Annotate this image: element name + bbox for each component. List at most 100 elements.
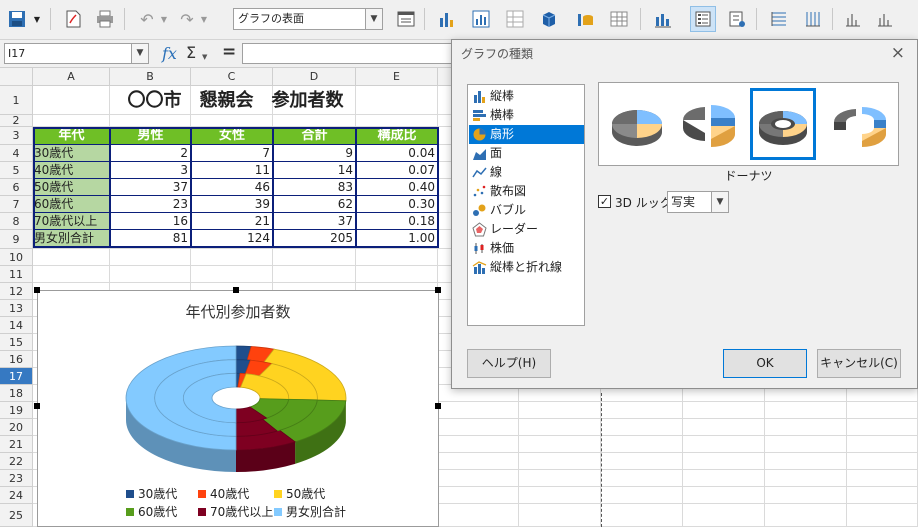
chart-type-icon[interactable] xyxy=(434,6,460,32)
table-cell[interactable]: 3 xyxy=(110,162,191,179)
row-header[interactable]: 21 xyxy=(0,436,33,453)
table-cell[interactable]: 21 xyxy=(191,213,273,230)
function-wizard-icon[interactable]: fx xyxy=(162,44,177,63)
column-header[interactable]: A xyxy=(33,68,110,86)
table-row-label[interactable]: 30歳代 xyxy=(33,145,110,162)
chart-type-item[interactable]: バブル xyxy=(469,201,584,220)
table-header-cell[interactable]: 合計 xyxy=(273,127,356,145)
table-cell[interactable]: 0.07 xyxy=(356,162,438,179)
table-cell[interactable]: 37 xyxy=(273,213,356,230)
undo-icon[interactable]: ↶ xyxy=(134,6,160,32)
chart-data-table-icon[interactable] xyxy=(468,6,494,32)
row-header[interactable]: 23 xyxy=(0,470,33,487)
row-header[interactable]: 2 xyxy=(0,115,33,127)
resize-handle[interactable] xyxy=(34,403,40,409)
data-ranges-icon[interactable] xyxy=(502,6,528,32)
row-header[interactable]: 6 xyxy=(0,179,33,196)
save-dropdown-icon[interactable]: ▼ xyxy=(30,6,44,32)
table-cell[interactable]: 0.40 xyxy=(356,179,438,196)
undo-dropdown-icon[interactable]: ▼ xyxy=(158,6,170,32)
chevron-down-icon[interactable]: ▼ xyxy=(131,44,148,63)
format-selection-icon[interactable] xyxy=(393,6,419,32)
redo-icon[interactable]: ↷ xyxy=(174,6,200,32)
table-cell[interactable]: 81 xyxy=(110,230,191,247)
table-cell[interactable]: 11 xyxy=(191,162,273,179)
row-header[interactable]: 25 xyxy=(0,504,33,527)
table-header-cell[interactable]: 男性 xyxy=(110,127,191,145)
table-row-label[interactable]: 60歳代 xyxy=(33,196,110,213)
axes-icon[interactable] xyxy=(840,6,866,32)
row-header[interactable]: 12 xyxy=(0,283,33,300)
ok-button[interactable]: OK xyxy=(723,349,807,378)
sum-icon[interactable]: Σ xyxy=(186,43,196,62)
table-cell[interactable]: 46 xyxy=(191,179,273,196)
redo-dropdown-icon[interactable]: ▼ xyxy=(198,6,210,32)
donut-exploded-thumb[interactable] xyxy=(826,88,892,160)
look-select[interactable]: 写実 ▼ xyxy=(667,191,729,213)
resize-handle[interactable] xyxy=(34,287,40,293)
chart-object[interactable]: 年代別参加者数 30歳代 40歳代 50歳代 60歳代 70歳代以上 男女別合計 xyxy=(37,290,439,527)
table-cell[interactable]: 23 xyxy=(110,196,191,213)
chart-type-item[interactable]: 線 xyxy=(469,163,584,182)
table-cell[interactable]: 9 xyxy=(273,145,356,162)
title-icon[interactable] xyxy=(650,6,676,32)
column-header[interactable]: E xyxy=(356,68,438,86)
row-header[interactable]: 7 xyxy=(0,196,33,213)
table-cell[interactable]: 0.04 xyxy=(356,145,438,162)
save-icon[interactable] xyxy=(4,6,30,32)
donut-thumb[interactable] xyxy=(750,88,816,160)
table-cell[interactable]: 37 xyxy=(110,179,191,196)
row-header[interactable]: 15 xyxy=(0,334,33,351)
table-row-label[interactable]: 70歳代以上 xyxy=(33,213,110,230)
row-header[interactable]: 1 xyxy=(0,86,33,115)
table-cell[interactable]: 0.18 xyxy=(356,213,438,230)
chart-type-item[interactable]: レーダー xyxy=(469,220,584,239)
select-all-corner[interactable] xyxy=(0,68,33,86)
row-header[interactable]: 14 xyxy=(0,317,33,334)
pie-normal-thumb[interactable] xyxy=(604,88,670,160)
table-cell[interactable]: 83 xyxy=(273,179,356,196)
3d-view-icon[interactable] xyxy=(536,6,562,32)
chart-type-item[interactable]: 縦棒と折れ線 xyxy=(469,258,584,277)
table-cell[interactable]: 124 xyxy=(191,230,273,247)
row-header[interactable]: 20 xyxy=(0,419,33,436)
resize-handle[interactable] xyxy=(435,403,441,409)
table-cell[interactable]: 205 xyxy=(273,230,356,247)
horizontal-grids-icon[interactable] xyxy=(766,6,792,32)
chart-type-item[interactable]: 扇形 xyxy=(469,125,584,144)
row-header[interactable]: 3 xyxy=(0,127,33,145)
help-button[interactable]: ヘルプ(H) xyxy=(467,349,551,378)
x-axis-icon[interactable] xyxy=(872,6,898,32)
row-header[interactable]: 18 xyxy=(0,385,33,402)
chevron-down-icon[interactable]: ▼ xyxy=(711,192,728,212)
row-header[interactable]: 22 xyxy=(0,453,33,470)
row-header[interactable]: 19 xyxy=(0,402,33,419)
format-legend-icon[interactable] xyxy=(724,6,750,32)
row-header[interactable]: 8 xyxy=(0,213,33,230)
chart-subtype-gallery[interactable] xyxy=(598,82,899,166)
table-cell[interactable]: 7 xyxy=(191,145,273,162)
chart-type-item[interactable]: 株価 xyxy=(469,239,584,258)
export-pdf-icon[interactable] xyxy=(60,6,86,32)
row-header[interactable]: 9 xyxy=(0,230,33,249)
chart-element-select[interactable]: グラフの表面 ▼ xyxy=(233,8,383,30)
chart-type-item[interactable]: 横棒 xyxy=(469,106,584,125)
table-header-cell[interactable]: 女性 xyxy=(191,127,273,145)
table-header-cell[interactable]: 年代 xyxy=(33,127,110,145)
formula-icon[interactable]: = xyxy=(222,42,236,62)
column-header[interactable]: D xyxy=(273,68,356,86)
table-cell[interactable]: 14 xyxy=(273,162,356,179)
table-cell[interactable]: 0.30 xyxy=(356,196,438,213)
table-cell[interactable]: 39 xyxy=(191,196,273,213)
chart-db-icon[interactable] xyxy=(572,6,598,32)
close-icon[interactable]: × xyxy=(891,43,905,63)
table-cell[interactable]: 62 xyxy=(273,196,356,213)
row-header[interactable]: 17 xyxy=(0,368,33,385)
chevron-down-icon[interactable]: ▼ xyxy=(365,9,382,29)
row-header[interactable]: 5 xyxy=(0,162,33,179)
table-cell[interactable]: 2 xyxy=(110,145,191,162)
legend-icon[interactable] xyxy=(690,6,716,32)
chart-type-item[interactable]: 面 xyxy=(469,144,584,163)
row-header[interactable]: 11 xyxy=(0,266,33,283)
row-header[interactable]: 4 xyxy=(0,145,33,162)
